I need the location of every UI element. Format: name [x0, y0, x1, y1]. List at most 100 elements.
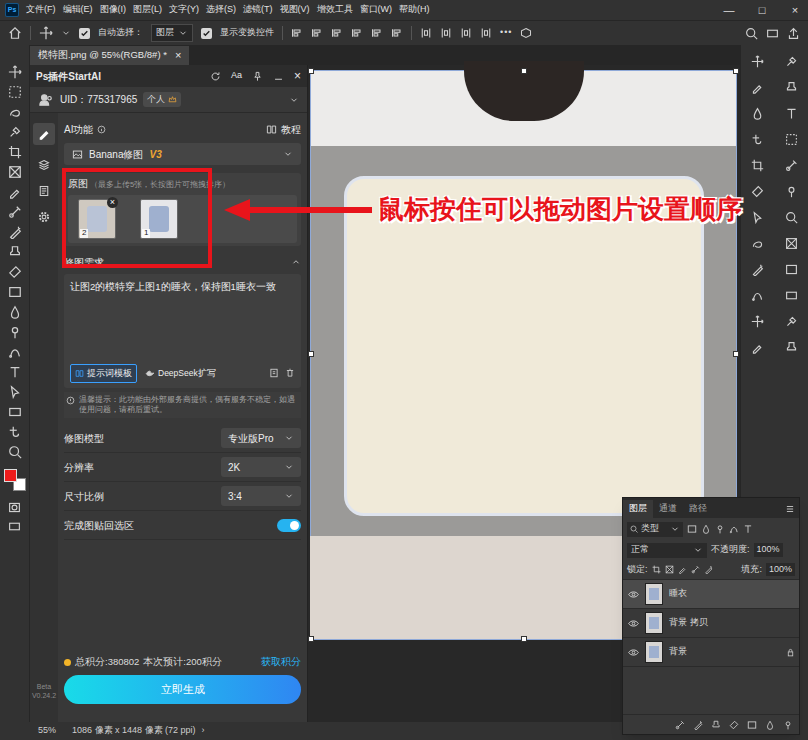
layer-action-icon[interactable]: [729, 720, 739, 730]
layer-action-icon[interactable]: [783, 720, 793, 730]
tool-icon[interactable]: [8, 385, 22, 399]
menu-item[interactable]: 选择(S): [206, 3, 236, 17]
eye-icon[interactable]: [628, 618, 639, 629]
lock-option-icon[interactable]: [652, 565, 661, 574]
screen-mode-icon[interactable]: [8, 520, 21, 533]
tool-icon[interactable]: [8, 265, 22, 279]
source-image[interactable]: 2×: [78, 199, 116, 239]
workspace-icon[interactable]: [766, 27, 779, 40]
panel-icon[interactable]: [785, 211, 798, 224]
blend-select[interactable]: 正常: [627, 543, 707, 558]
panel-tab[interactable]: 图层: [623, 500, 653, 518]
share-icon[interactable]: [787, 27, 800, 40]
tool-icon[interactable]: [8, 185, 22, 199]
checkbox[interactable]: [201, 28, 212, 39]
panel-icon[interactable]: [751, 315, 764, 328]
distribute-icon[interactable]: [460, 27, 472, 39]
menu-item[interactable]: 滤镜(T): [243, 3, 273, 17]
panel-icon[interactable]: [751, 55, 764, 68]
menu-item[interactable]: 视图(V): [280, 3, 310, 17]
panel-icon[interactable]: [751, 289, 764, 302]
move-tool-icon[interactable]: [39, 26, 53, 40]
target-select[interactable]: 图层: [151, 24, 193, 42]
remove-image-button[interactable]: ×: [107, 197, 118, 208]
setting-select[interactable]: 3:4: [221, 486, 301, 506]
tool-icon[interactable]: [8, 165, 22, 179]
layer-row[interactable]: 睡衣: [623, 580, 799, 609]
panel-icon[interactable]: [751, 263, 764, 276]
opacity-field[interactable]: 100%: [754, 543, 783, 557]
layer-action-icon[interactable]: [765, 720, 775, 730]
panel-tab[interactable]: 通道: [653, 500, 683, 518]
transform-handle[interactable]: [308, 68, 314, 74]
transform-handle[interactable]: [733, 68, 739, 74]
layer-action-icon[interactable]: [711, 720, 721, 730]
chevron-down-icon[interactable]: [283, 149, 293, 159]
window-control[interactable]: □: [749, 2, 775, 19]
document-icon[interactable]: [38, 185, 50, 197]
window-control[interactable]: —: [716, 2, 742, 19]
chevron-down-icon[interactable]: [178, 28, 188, 38]
chevron-down-icon[interactable]: [693, 545, 703, 555]
lock-option-icon[interactable]: [704, 565, 713, 574]
panel-icon[interactable]: [785, 185, 798, 198]
minimize-icon[interactable]: [273, 71, 284, 82]
tab-close-button[interactable]: ×: [175, 47, 181, 64]
panel-icon[interactable]: [785, 237, 798, 250]
panel-icon[interactable]: [751, 81, 764, 94]
font-size-button[interactable]: Aa: [231, 69, 242, 83]
lock-icon[interactable]: [786, 648, 795, 657]
search-icon[interactable]: [630, 525, 638, 533]
edit-icon[interactable]: [38, 128, 50, 140]
prompt-input[interactable]: 让图2的模特穿上图1的睡衣，保持图1睡衣一致: [64, 274, 301, 364]
tool-icon[interactable]: [8, 205, 22, 219]
panel-icon[interactable]: [751, 341, 764, 354]
transform-handle[interactable]: [308, 636, 314, 642]
tool-icon[interactable]: [8, 445, 22, 459]
filter-icon[interactable]: [701, 524, 711, 534]
template-button[interactable]: 提示词模板: [70, 364, 137, 383]
panel-icon[interactable]: [751, 211, 764, 224]
transform-handle[interactable]: [733, 351, 739, 357]
layer-row[interactable]: 背景 拷贝: [623, 609, 799, 638]
menu-item[interactable]: 文字(Y): [169, 3, 199, 17]
refresh-icon[interactable]: [210, 71, 221, 82]
menu-item[interactable]: 图层(L): [133, 3, 162, 17]
align-icon[interactable]: [391, 27, 403, 39]
tool-icon[interactable]: [8, 345, 22, 359]
generate-button[interactable]: 立即生成: [64, 675, 301, 704]
menu-item[interactable]: 编辑(E): [63, 3, 93, 17]
home-icon[interactable]: [8, 26, 22, 40]
trash-icon[interactable]: [285, 368, 295, 378]
foreground-color-swatch[interactable]: [4, 469, 17, 482]
tool-icon[interactable]: [8, 325, 22, 339]
tool-icon[interactable]: [8, 305, 22, 319]
notice-icon[interactable]: [66, 396, 75, 405]
panel-icon[interactable]: [751, 185, 764, 198]
app-logo[interactable]: Ps: [5, 3, 19, 17]
eye-icon[interactable]: [628, 589, 639, 600]
panel-icon[interactable]: [785, 55, 798, 68]
info-icon[interactable]: [97, 125, 106, 134]
setting-select[interactable]: 2K: [221, 457, 301, 477]
align-icon[interactable]: [291, 27, 303, 39]
menu-item[interactable]: 帮助(H): [399, 3, 430, 17]
menu-item[interactable]: 窗口(W): [360, 3, 393, 17]
tool-icon[interactable]: [8, 285, 22, 299]
panel-icon[interactable]: [785, 107, 798, 120]
account-badge[interactable]: 个人: [143, 92, 181, 108]
window-control[interactable]: ×: [782, 2, 808, 19]
menu-item[interactable]: 图像(I): [100, 3, 127, 17]
tool-icon[interactable]: [8, 65, 22, 79]
tool-icon[interactable]: [8, 125, 22, 139]
panel-icon[interactable]: [785, 263, 798, 276]
color-swatches[interactable]: [4, 469, 26, 491]
layer-action-icon[interactable]: [675, 720, 685, 730]
panel-icon[interactable]: [785, 341, 798, 354]
settings-icon[interactable]: [38, 211, 50, 223]
chevron-down-icon[interactable]: [284, 433, 294, 443]
align-icon[interactable]: [311, 27, 323, 39]
pin-icon[interactable]: [252, 71, 263, 82]
chevron-down-icon[interactable]: [284, 491, 294, 501]
crown-icon[interactable]: [168, 95, 177, 104]
